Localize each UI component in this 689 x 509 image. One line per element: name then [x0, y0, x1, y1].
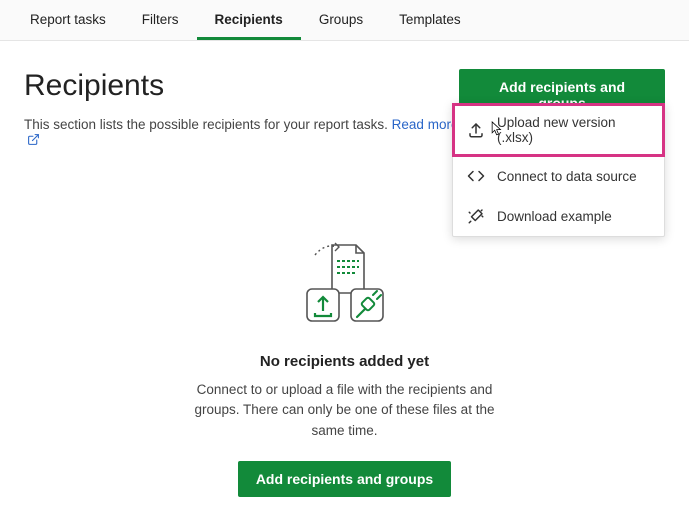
empty-illustration-icon	[285, 237, 405, 337]
tabs-bar: Report tasks Filters Recipients Groups T…	[0, 0, 689, 41]
menu-item-label: Connect to data source	[497, 169, 637, 184]
empty-state: No recipients added yet Connect to or up…	[24, 237, 665, 497]
page-title: Recipients	[24, 69, 459, 103]
menu-upload-new-version[interactable]: Upload new version (.xlsx)	[453, 104, 664, 156]
dropdown-menu: Upload new version (.xlsx) Connect to da…	[452, 103, 665, 237]
menu-item-label: Download example	[497, 209, 612, 224]
menu-connect-data-source[interactable]: Connect to data source	[453, 156, 664, 196]
upload-icon	[467, 121, 485, 139]
external-link-icon	[27, 133, 40, 149]
tab-groups[interactable]: Groups	[301, 0, 381, 40]
magic-icon	[467, 207, 485, 225]
menu-item-label: Upload new version (.xlsx)	[497, 115, 650, 145]
page-body: Recipients This section lists the possib…	[0, 41, 689, 497]
code-icon	[467, 167, 485, 185]
tab-filters[interactable]: Filters	[124, 0, 197, 40]
empty-description: Connect to or upload a file with the rec…	[195, 380, 495, 441]
add-recipients-button-empty[interactable]: Add recipients and groups	[238, 461, 451, 497]
page-description: This section lists the possible recipien…	[24, 117, 459, 149]
empty-title: No recipients added yet	[24, 353, 665, 370]
tab-report-tasks[interactable]: Report tasks	[12, 0, 124, 40]
tab-recipients[interactable]: Recipients	[197, 0, 301, 40]
tab-templates[interactable]: Templates	[381, 0, 479, 40]
menu-download-example[interactable]: Download example	[453, 196, 664, 236]
